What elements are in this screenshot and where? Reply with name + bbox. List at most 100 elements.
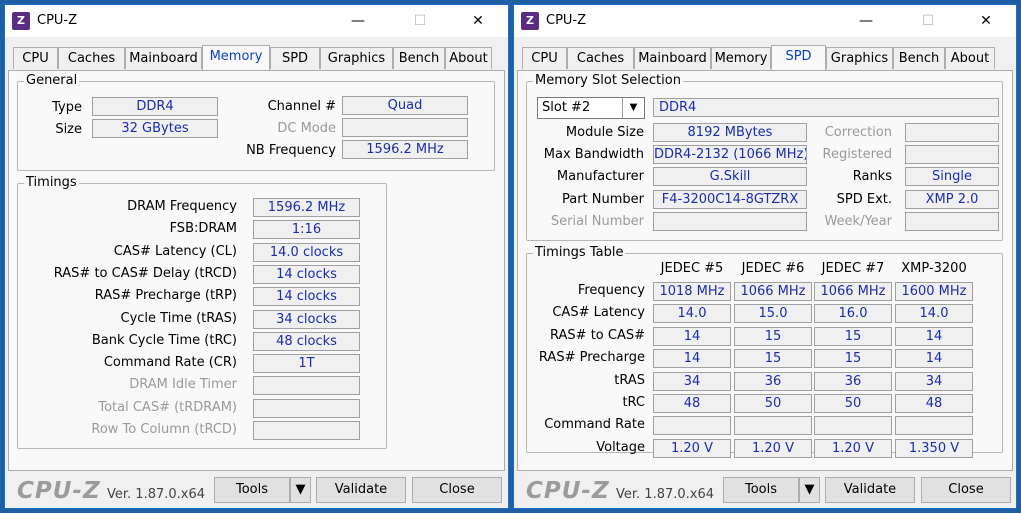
timings-table-group-title: Timings Table <box>533 245 626 261</box>
timings-row-label: Voltage <box>596 439 645 455</box>
timings-cell: 14 <box>653 349 731 369</box>
tab-memory[interactable]: Memory <box>202 45 270 70</box>
timings-row-label: CAS# Latency <box>552 305 645 321</box>
timing-label: RAS# Precharge (tRP) <box>94 288 237 304</box>
cpu-z-app-icon: Z <box>12 12 30 30</box>
maximize-button[interactable]: ☐ <box>398 5 442 37</box>
tab-cpu[interactable]: CPU <box>522 47 567 69</box>
minimize-button[interactable]: — <box>844 5 888 37</box>
timings-cell <box>895 416 973 436</box>
tab-about[interactable]: About <box>945 47 995 69</box>
general-group: General Type DDR4 Size 32 GBytes Channel… <box>17 73 495 171</box>
timings-cell <box>734 416 812 436</box>
maximize-button[interactable]: ☐ <box>906 5 950 37</box>
tab-mainboard[interactable]: Mainboard <box>125 47 202 69</box>
close-button[interactable]: Close <box>921 477 1011 503</box>
tools-button[interactable]: Tools <box>214 477 290 503</box>
version-label: Ver. 1.87.0.x64 <box>616 487 715 502</box>
timings-cell: 34 <box>653 371 731 391</box>
tab-bench[interactable]: Bench <box>893 47 945 69</box>
timings-row-label: RAS# Precharge <box>538 350 645 366</box>
tab-spd[interactable]: SPD <box>270 47 320 69</box>
timing-value: 14.0 clocks <box>253 242 360 262</box>
timings-cell: 1.20 V <box>814 438 892 458</box>
timings-cell: 15 <box>814 326 892 346</box>
tab-caches[interactable]: Caches <box>567 47 634 69</box>
timings-cell: 1018 MHz <box>653 282 731 301</box>
timings-cell <box>814 416 892 436</box>
cpu-z-logo: CPU-Z <box>17 478 101 504</box>
correction-label: Correction <box>824 125 892 140</box>
dropdown-arrow-icon: ▼ <box>804 482 815 497</box>
slot-select[interactable]: Slot #2 ▼ <box>537 97 645 119</box>
tools-button[interactable]: Tools <box>723 477 799 503</box>
type-value: DDR4 <box>92 97 218 116</box>
timing-value: 34 clocks <box>253 309 360 329</box>
spd-ext-label: SPD Ext. <box>836 192 892 207</box>
timings-cell: 1.20 V <box>653 438 731 458</box>
serial-number-label: Serial Number <box>550 214 644 229</box>
registered-value <box>905 145 999 164</box>
timings-column-header: JEDEC #7 <box>821 261 885 276</box>
tab-about[interactable]: About <box>445 47 492 69</box>
size-value: 32 GBytes <box>92 119 218 138</box>
tab-graphics[interactable]: Graphics <box>826 47 893 69</box>
dropdown-arrow-icon: ▼ <box>622 98 644 118</box>
timing-value: 1596.2 MHz <box>253 198 360 217</box>
timings-group: Timings DRAM Frequency 1596.2 MHz FSB:DRAM… <box>17 175 387 449</box>
timings-cell: 36 <box>814 371 892 391</box>
validate-button[interactable]: Validate <box>316 477 406 503</box>
timing-label: RAS# to CAS# Delay (tRCD) <box>53 265 237 281</box>
timings-column-header: XMP-3200 <box>901 261 967 276</box>
timing-value: 48 clocks <box>253 331 360 351</box>
memory-slot-group: Memory Slot Selection Slot #2 ▼ DDR4 Mod… <box>526 73 1003 241</box>
timings-cell: 1066 MHz <box>814 282 892 301</box>
close-window-button[interactable]: ✕ <box>964 5 1008 37</box>
dropdown-arrow-icon: ▼ <box>295 482 306 497</box>
minimize-button[interactable]: — <box>336 5 380 37</box>
timing-label: Total CAS# (tRDRAM) <box>98 399 237 415</box>
tab-caches[interactable]: Caches <box>58 47 125 69</box>
tab-bench[interactable]: Bench <box>393 47 445 69</box>
tab-graphics[interactable]: Graphics <box>320 47 393 69</box>
timings-cell: 1066 MHz <box>734 282 812 301</box>
tab-mainboard[interactable]: Mainboard <box>634 47 711 69</box>
tab-memory[interactable]: Memory <box>711 47 771 69</box>
tab-spd[interactable]: SPD <box>771 45 826 70</box>
module-size-label: Module Size <box>565 125 644 140</box>
timings-cell: 15 <box>734 349 812 369</box>
dc-mode-label: DC Mode <box>277 121 336 136</box>
timing-value <box>253 398 360 418</box>
memory-page: General Type DDR4 Size 32 GBytes Channel… <box>8 70 505 471</box>
module-size-value: 8192 MBytes <box>653 123 807 142</box>
tools-dropdown-button[interactable]: ▼ <box>799 477 820 503</box>
spd-page: Memory Slot Selection Slot #2 ▼ DDR4 Mod… <box>517 70 1013 471</box>
timings-cell: 48 <box>895 394 973 413</box>
title-bar[interactable]: Z CPU-Z — ☐ ✕ <box>514 5 1016 37</box>
max-bandwidth-label: Max Bandwidth <box>543 147 644 162</box>
channel-value: Quad <box>342 96 468 115</box>
tab-cpu[interactable]: CPU <box>13 47 58 69</box>
close-window-button[interactable]: ✕ <box>456 5 500 37</box>
timing-label: DRAM Idle Timer <box>129 377 237 393</box>
week-year-value <box>905 212 999 231</box>
type-label: Type <box>52 100 82 115</box>
tab-bar: CPU Caches Mainboard Memory SPD Graphics… <box>514 45 1016 71</box>
timings-cell: 15 <box>814 349 892 369</box>
timings-column-header: JEDEC #5 <box>660 261 724 276</box>
close-button[interactable]: Close <box>412 477 502 503</box>
timing-label: Cycle Time (tRAS) <box>120 310 238 326</box>
timings-cell: 14 <box>653 326 731 346</box>
timings-row-label: tRAS <box>614 372 645 388</box>
validate-button[interactable]: Validate <box>825 477 915 503</box>
timings-cell <box>653 416 731 436</box>
title-bar[interactable]: Z CPU-Z — ☐ ✕ <box>5 5 508 37</box>
tools-dropdown-button[interactable]: ▼ <box>290 477 311 503</box>
cpu-z-app-icon: Z <box>521 12 539 30</box>
timings-cell: 36 <box>734 371 812 391</box>
version-label: Ver. 1.87.0.x64 <box>107 487 206 502</box>
timing-value: 1T <box>253 354 360 374</box>
timing-label: Bank Cycle Time (tRC) <box>91 332 237 348</box>
part-number-value: F4-3200C14-8GTZRX <box>653 190 807 209</box>
registered-label: Registered <box>822 147 893 162</box>
